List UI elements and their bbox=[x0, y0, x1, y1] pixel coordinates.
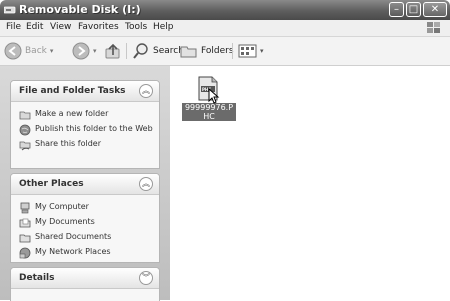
task-share-folder[interactable]: Share this folder bbox=[19, 139, 153, 151]
menu-file[interactable]: File bbox=[6, 22, 21, 32]
back-button[interactable]: Back ▾ bbox=[4, 41, 53, 61]
views-icon bbox=[238, 44, 257, 58]
task-label: Share this folder bbox=[35, 139, 101, 148]
toolbar-separator bbox=[126, 43, 127, 59]
place-my-documents[interactable]: My Documents bbox=[19, 217, 153, 229]
details-panel: Details ︾ bbox=[10, 267, 160, 301]
search-button[interactable]: Search bbox=[132, 41, 184, 61]
globe-icon bbox=[19, 124, 31, 136]
collapse-chevron-icon[interactable]: ︽ bbox=[139, 84, 153, 98]
title-bar: Removable Disk (I:) – □ ✕ bbox=[0, 0, 450, 20]
close-button[interactable]: ✕ bbox=[423, 2, 447, 17]
menu-tools[interactable]: Tools bbox=[125, 22, 147, 32]
back-arrow-icon bbox=[4, 42, 22, 60]
place-label: My Documents bbox=[35, 217, 95, 226]
menu-edit[interactable]: Edit bbox=[26, 22, 43, 32]
mouse-cursor-icon bbox=[208, 88, 220, 104]
other-places-panel: Other Places ︽ My Computer My Documents bbox=[10, 173, 160, 263]
collapse-chevron-icon[interactable]: ︽ bbox=[139, 177, 153, 191]
panel-title: Other Places bbox=[19, 179, 84, 189]
task-label: Publish this folder to the Web bbox=[35, 124, 153, 133]
documents-folder-icon bbox=[19, 218, 31, 228]
search-icon bbox=[133, 43, 148, 59]
menu-help[interactable]: Help bbox=[153, 22, 174, 32]
forward-arrow-icon bbox=[72, 42, 90, 60]
task-label: Make a new folder bbox=[35, 109, 109, 118]
forward-dropdown-icon[interactable]: ▾ bbox=[93, 47, 97, 55]
panel-header[interactable]: Details ︾ bbox=[11, 268, 159, 289]
back-label: Back bbox=[25, 46, 47, 56]
place-my-computer[interactable]: My Computer bbox=[19, 202, 153, 214]
shared-documents-icon bbox=[19, 234, 31, 243]
folders-button[interactable]: Folders bbox=[180, 41, 234, 61]
drive-icon bbox=[4, 6, 16, 14]
file-folder-tasks-panel: File and Folder Tasks ︽ Make a new folde… bbox=[10, 80, 160, 169]
file-item[interactable]: PHC 99999976.PHC bbox=[180, 76, 238, 126]
toolbar: Back ▾ ▾ Search Folders ▾ bbox=[0, 37, 450, 66]
maximize-button[interactable]: □ bbox=[406, 2, 421, 17]
menu-view[interactable]: View bbox=[50, 22, 71, 32]
folders-label: Folders bbox=[201, 46, 234, 56]
folder-up-icon bbox=[105, 43, 120, 59]
toolbar-separator bbox=[232, 43, 233, 59]
network-icon bbox=[19, 247, 31, 259]
forward-button[interactable]: ▾ bbox=[72, 41, 97, 61]
window-title: Removable Disk (I:) bbox=[19, 3, 141, 16]
back-dropdown-icon[interactable]: ▾ bbox=[50, 47, 54, 55]
panel-header[interactable]: Other Places ︽ bbox=[11, 174, 159, 195]
computer-icon bbox=[20, 202, 30, 214]
views-dropdown-icon[interactable]: ▾ bbox=[260, 47, 264, 55]
place-label: My Computer bbox=[35, 202, 89, 211]
task-pane: File and Folder Tasks ︽ Make a new folde… bbox=[0, 66, 170, 301]
menu-bar: File Edit View Favorites Tools Help bbox=[0, 20, 450, 37]
place-label: Shared Documents bbox=[35, 232, 112, 241]
new-folder-icon bbox=[19, 111, 31, 120]
up-button[interactable] bbox=[104, 41, 122, 61]
panel-title: File and Folder Tasks bbox=[19, 86, 126, 96]
task-make-new-folder[interactable]: Make a new folder bbox=[19, 109, 153, 121]
file-list-area[interactable]: PHC 99999976.PHC bbox=[170, 66, 450, 300]
expand-chevron-icon[interactable]: ︾ bbox=[139, 271, 153, 285]
windows-logo-icon bbox=[427, 22, 440, 33]
folders-icon bbox=[180, 46, 197, 58]
minimize-button[interactable]: – bbox=[389, 2, 404, 17]
place-shared-documents[interactable]: Shared Documents bbox=[19, 232, 153, 244]
views-button[interactable]: ▾ bbox=[238, 41, 264, 61]
shared-folder-icon bbox=[19, 141, 31, 151]
task-publish-to-web[interactable]: Publish this folder to the Web bbox=[19, 124, 153, 136]
menu-favorites[interactable]: Favorites bbox=[78, 22, 119, 32]
file-name: 99999976.PHC bbox=[182, 103, 236, 121]
place-label: My Network Places bbox=[35, 247, 111, 256]
place-my-network-places[interactable]: My Network Places bbox=[19, 247, 153, 259]
panel-header[interactable]: File and Folder Tasks ︽ bbox=[11, 81, 159, 102]
panel-title: Details bbox=[19, 273, 55, 283]
